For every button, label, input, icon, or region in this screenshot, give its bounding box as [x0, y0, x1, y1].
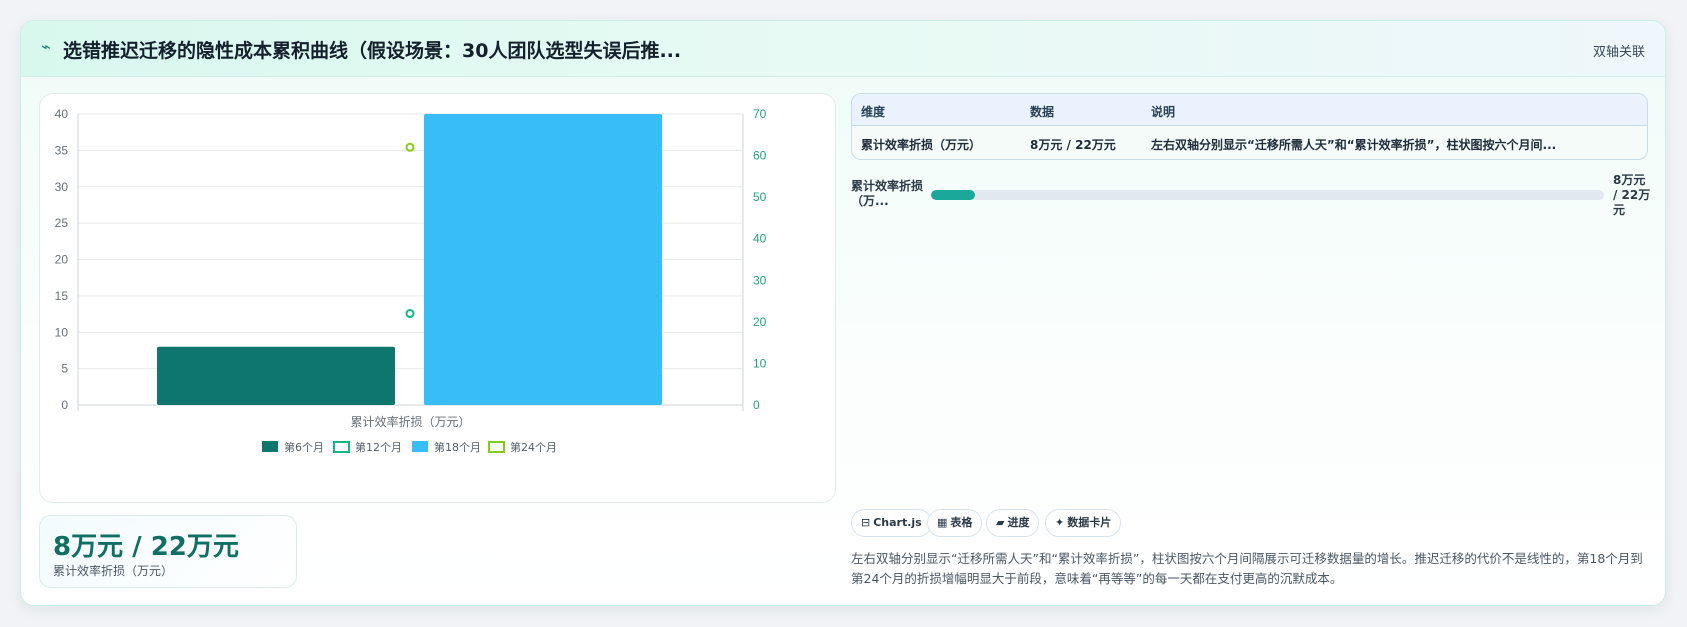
- chip-data-card[interactable]: ✦ 数据卡片: [1045, 509, 1122, 537]
- legend-label: 第12个月: [355, 440, 402, 454]
- card-header: ⌁ 选错推迟迁移的隐性成本累积曲线（假设场景：30人团队选型失误后推... 双轴…: [21, 21, 1665, 77]
- table-cell-note: 左右双轴分别显示“迁移所需人天”和“累计效率折损”，柱状图按六个月间...: [1151, 138, 1557, 152]
- stat-card: 8万元 / 22万元 累计效率折损（万元）: [39, 515, 297, 588]
- right-axis-tick-label: 10: [753, 356, 767, 370]
- chip-label: 进度: [1007, 516, 1030, 529]
- right-axis-tick-label: 50: [753, 190, 767, 204]
- bar-chart: 0 5 10 15 20 25 30 35 40 0 10 20 30 40 50 60 70 累计效率折损（万元…: [55, 107, 767, 454]
- table-header-data: 数据: [1030, 105, 1055, 119]
- card-title: 选错推迟迁移的隐性成本累积曲线（假设场景：30人团队选型失误后推...: [63, 40, 682, 62]
- left-axis-tick-label: 25: [55, 216, 69, 230]
- chart-card: ⌁ 选错推迟迁移的隐性成本累积曲线（假设场景：30人团队选型失误后推... 双轴…: [20, 20, 1666, 606]
- right-axis-tick-label: 20: [753, 315, 767, 329]
- left-axis-tick-label: 5: [61, 362, 68, 376]
- point-2: [405, 309, 415, 319]
- chart-description: 左右双轴分别显示“迁移所需人天”和“累计效率折损”，柱状图按六个月间隔展示可迁移…: [851, 551, 1643, 586]
- x-category-label: 累计效率折损（万元）: [350, 414, 470, 429]
- progress-track: [931, 190, 1604, 200]
- table-cell-data: 8万元 / 22万元: [1030, 138, 1116, 152]
- table-header-row: 维度 数据 说明: [852, 94, 1647, 126]
- legend-label: 第24个月: [510, 440, 557, 454]
- progress-value: 8万元 / 22万元: [1613, 173, 1651, 217]
- left-axis-tick-label: 40: [55, 107, 69, 121]
- dual-axis-tag: 双轴关联: [1592, 45, 1645, 60]
- right-axis-tick-label: 60: [753, 149, 767, 163]
- right-axis-tick-label: 0: [753, 398, 760, 412]
- left-axis-tick-label: 20: [55, 253, 69, 267]
- pulse-icon: ⌁: [41, 37, 51, 56]
- bar-3: [424, 114, 662, 405]
- point-4: [405, 142, 415, 152]
- stat-label: 累计效率折损（万元）: [53, 564, 174, 578]
- table-header-dimension: 维度: [861, 105, 886, 119]
- chip-label: 表格: [950, 516, 973, 529]
- legend-swatch: [488, 441, 505, 453]
- right-axis-tick-label: 40: [753, 232, 767, 246]
- chip-chartjs[interactable]: ⊟ Chart.js: [851, 509, 932, 537]
- sparkle-icon: ✦: [1055, 516, 1065, 529]
- chip-label: Chart.js: [873, 516, 922, 529]
- progress-icon: ▰: [996, 516, 1005, 529]
- left-axis-tick-label: 15: [55, 289, 69, 303]
- table-header-note: 说明: [1151, 105, 1176, 119]
- right-axis-tick-label: 70: [753, 107, 767, 121]
- table-cell-dimension: 累计效率折损（万元）: [861, 138, 982, 152]
- legend-swatch: [262, 441, 278, 452]
- chart-panel: 0 5 10 15 20 25 30 35 40 0 10 20 30 40 50 60 70 累计效率折损（万元…: [39, 93, 836, 503]
- data-table: 维度 数据 说明 累计效率折损（万元） 8万元 / 22万元 左右双轴分别显示“…: [851, 93, 1648, 160]
- left-axis-tick-label: 0: [61, 398, 68, 412]
- right-axis-tick-label: 30: [753, 273, 767, 287]
- progress-fill: [931, 190, 975, 200]
- table-row[interactable]: 累计效率折损（万元） 8万元 / 22万元 左右双轴分别显示“迁移所需人天”和“…: [852, 126, 1647, 159]
- progress-label: 累计效率折损（万...: [851, 179, 924, 208]
- legend-label: 第18个月: [434, 440, 481, 454]
- bar-1: [157, 346, 395, 405]
- stat-value: 8万元 / 22万元: [53, 532, 239, 562]
- legend-label: 第6个月: [284, 440, 324, 454]
- left-axis-tick-label: 10: [55, 325, 69, 339]
- chip-label: 数据卡片: [1067, 516, 1112, 529]
- table-icon: ▦: [937, 516, 948, 529]
- legend-swatch: [333, 441, 350, 453]
- chip-table[interactable]: ▦ 表格: [927, 509, 983, 537]
- left-axis-tick-label: 30: [55, 180, 69, 194]
- left-axis-tick-label: 35: [55, 143, 69, 157]
- chart-icon: ⊟: [861, 516, 871, 529]
- chip-progress[interactable]: ▰ 进度: [986, 509, 1040, 537]
- legend-swatch: [412, 441, 428, 452]
